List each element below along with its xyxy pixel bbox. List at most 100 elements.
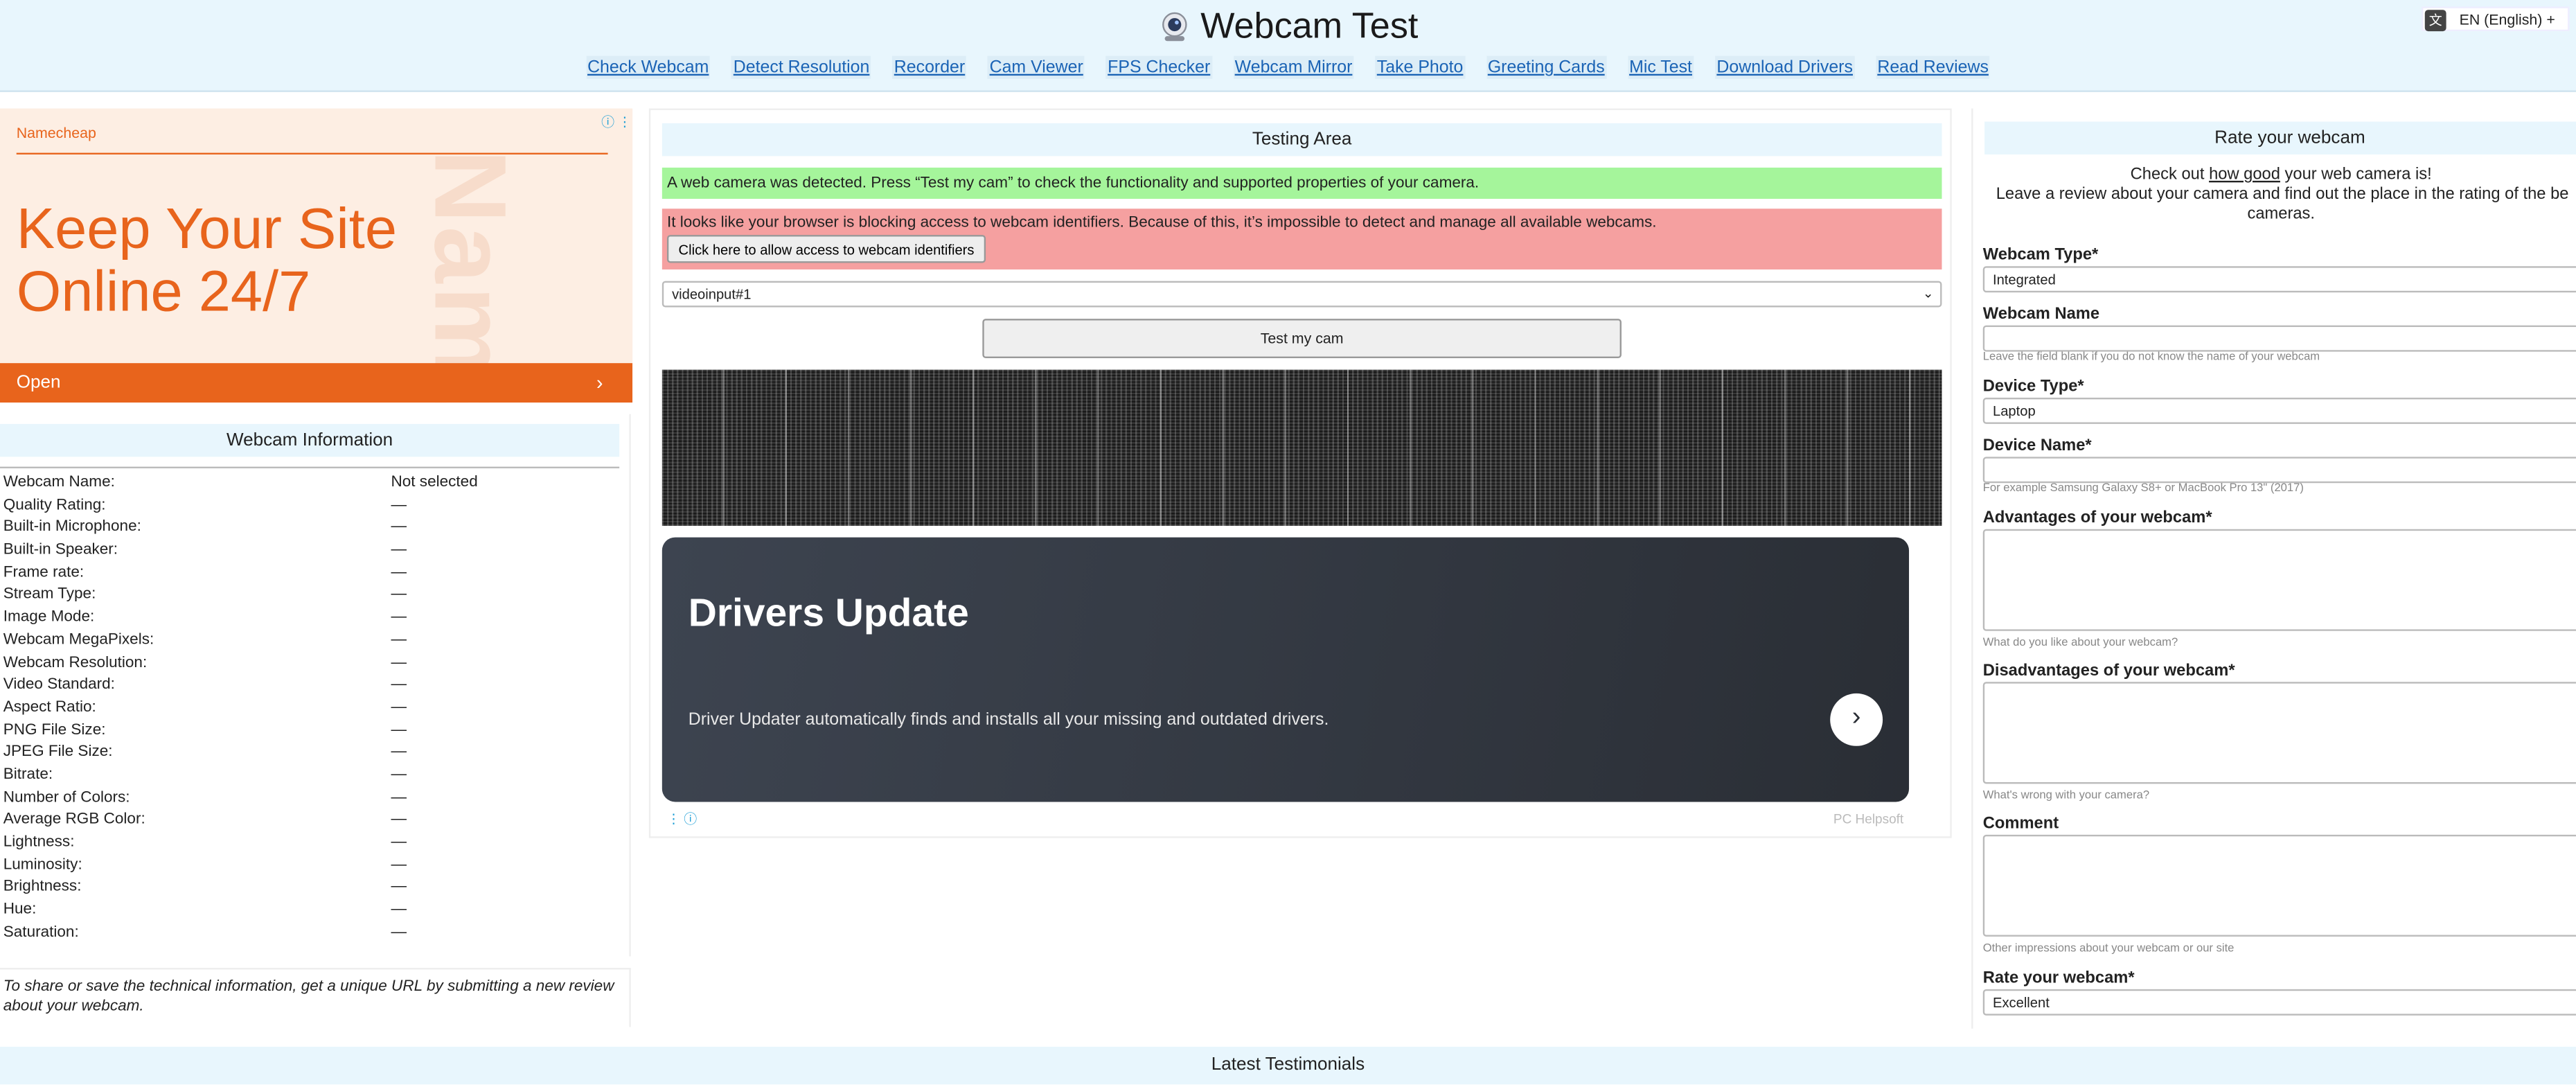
arrow-right-icon[interactable]: › bbox=[1830, 693, 1883, 746]
rating-value: Excellent bbox=[1992, 993, 2050, 1011]
info-value: — bbox=[391, 900, 407, 919]
namecheap-ad[interactable]: Namecheap Namecheap ⓘ ⋮ Keep Your Site O… bbox=[0, 108, 633, 403]
divider bbox=[0, 466, 620, 468]
webcam-name-input[interactable] bbox=[1982, 325, 2576, 352]
info-key: Webcam Resolution: bbox=[3, 653, 148, 671]
info-key: Stream Type: bbox=[3, 585, 96, 604]
chevron-right-icon: › bbox=[596, 371, 603, 395]
site-title: Webcam Test bbox=[0, 5, 2576, 48]
nav-recorder[interactable]: Recorder bbox=[892, 55, 967, 79]
translate-icon: 文 bbox=[2424, 10, 2446, 32]
device-name-hint: For example Samsung Galaxy S8+ or MacBoo… bbox=[1982, 483, 2304, 495]
blocked-message-text: It looks like your browser is blocking a… bbox=[666, 213, 1657, 232]
adchoices-icon[interactable]: ⋮ ⓘ bbox=[667, 810, 697, 828]
rate-webcam-label: Rate your webcam* bbox=[1982, 969, 2135, 988]
main-nav: Check Webcam Detect Resolution Recorder … bbox=[0, 55, 2576, 79]
advantages-textarea[interactable] bbox=[1982, 529, 2576, 631]
webcam-device-select[interactable]: videoinput#1 ⌄ bbox=[661, 281, 1942, 308]
info-row: Hue: — bbox=[3, 899, 619, 921]
info-row: Saturation: — bbox=[3, 921, 619, 944]
nav-detect-resolution[interactable]: Detect Resolution bbox=[731, 55, 871, 79]
info-value: — bbox=[391, 698, 407, 716]
nav-read-reviews[interactable]: Read Reviews bbox=[1875, 55, 1991, 79]
drivers-ad-description: Driver Updater automatically finds and i… bbox=[688, 709, 1329, 730]
info-value: — bbox=[391, 811, 407, 829]
ad-brand: Namecheap bbox=[16, 125, 96, 141]
info-row: PNG File Size: — bbox=[3, 719, 619, 741]
info-value: — bbox=[391, 923, 407, 942]
info-value: — bbox=[391, 721, 407, 739]
nav-fps-checker[interactable]: FPS Checker bbox=[1105, 55, 1212, 79]
site-title-text: Webcam Test bbox=[1200, 5, 1419, 46]
webcam-type-select[interactable]: Integrated bbox=[1982, 266, 2576, 293]
disadvantages-hint: What's wrong with your camera? bbox=[1982, 790, 2150, 802]
webcam-device-value: videoinput#1 bbox=[672, 285, 752, 303]
device-type-value: Laptop bbox=[1992, 403, 2036, 419]
site-header: Webcam Test Check Webcam Detect Resoluti… bbox=[0, 0, 2576, 92]
nav-mic-test[interactable]: Mic Test bbox=[1627, 55, 1694, 79]
info-key: Hue: bbox=[3, 900, 37, 919]
info-key: Webcam MegaPixels: bbox=[3, 630, 154, 649]
device-type-select[interactable]: Laptop bbox=[1982, 397, 2576, 424]
info-value: — bbox=[391, 653, 407, 671]
info-row: Luminosity: — bbox=[3, 854, 619, 876]
share-note: To share or save the technical informati… bbox=[0, 967, 631, 1027]
webcam-icon bbox=[1162, 12, 1187, 42]
comment-label: Comment bbox=[1982, 815, 2059, 833]
rate-intro-line3: cameras. bbox=[2247, 205, 2316, 224]
device-name-label: Device Name* bbox=[1982, 436, 2092, 455]
info-value: — bbox=[391, 518, 407, 537]
how-good-link[interactable]: how good bbox=[2209, 166, 2280, 184]
drivers-ad-title: Drivers Update bbox=[688, 591, 969, 636]
info-row: Lightness: — bbox=[3, 831, 619, 854]
info-row: Webcam Resolution: — bbox=[3, 651, 619, 673]
rate-intro-b: your web camera is! bbox=[2280, 166, 2432, 184]
drivers-update-ad[interactable]: Drivers Update Driver Updater automatica… bbox=[661, 537, 1910, 802]
test-my-cam-button[interactable]: Test my cam bbox=[982, 319, 1622, 359]
info-key: Average RGB Color: bbox=[3, 811, 145, 829]
testing-area: Testing Area A web camera was detected. … bbox=[648, 108, 1952, 838]
info-key: Built-in Speaker: bbox=[3, 540, 118, 559]
rate-webcam-title: Rate your webcam bbox=[1984, 121, 2576, 154]
info-value: — bbox=[391, 833, 407, 851]
allow-identifiers-button[interactable]: Click here to allow access to webcam ide… bbox=[666, 235, 986, 263]
nav-take-photo[interactable]: Take Photo bbox=[1375, 55, 1465, 79]
info-value: — bbox=[391, 495, 407, 514]
info-value: — bbox=[391, 608, 407, 626]
device-type-label: Device Type* bbox=[1982, 378, 2084, 396]
disadvantages-textarea[interactable] bbox=[1982, 682, 2576, 784]
adchoices-icon[interactable]: ⓘ ⋮ bbox=[601, 114, 631, 132]
nav-webcam-mirror[interactable]: Webcam Mirror bbox=[1233, 55, 1354, 79]
nav-check-webcam[interactable]: Check Webcam bbox=[585, 55, 711, 79]
advantages-hint: What do you like about your webcam? bbox=[1982, 637, 2178, 649]
webcam-information-panel: Webcam Information Webcam Name: Not selec… bbox=[0, 414, 631, 957]
latest-testimonials-title: Latest Testimonials bbox=[0, 1046, 2576, 1085]
info-row: Frame rate: — bbox=[3, 562, 619, 584]
info-key: Built-in Microphone: bbox=[3, 518, 141, 537]
rating-select[interactable]: Excellent bbox=[1982, 989, 2576, 1016]
rate-intro-a: Check out bbox=[2130, 166, 2210, 184]
rate-intro-line2: Leave a review about your camera and fin… bbox=[1996, 186, 2569, 204]
webcam-name-label: Webcam Name bbox=[1982, 306, 2100, 324]
info-value: — bbox=[391, 563, 407, 582]
nav-greeting-cards[interactable]: Greeting Cards bbox=[1486, 55, 1607, 79]
webcam-info-table: Webcam Name: Not selected Quality Rating: —… bbox=[3, 472, 619, 944]
info-row: Bitrate: — bbox=[3, 764, 619, 786]
webcam-type-value: Integrated bbox=[1992, 271, 2056, 288]
comment-textarea[interactable] bbox=[1982, 834, 2576, 937]
nav-download-drivers[interactable]: Download Drivers bbox=[1715, 55, 1855, 79]
info-row: Image Mode: — bbox=[3, 606, 619, 628]
ad-open-button[interactable]: Open › bbox=[0, 363, 633, 403]
info-value: — bbox=[391, 766, 407, 784]
device-name-input[interactable] bbox=[1982, 457, 2576, 484]
info-value: Not selected bbox=[391, 473, 478, 492]
language-selector[interactable]: 文 EN (English) + bbox=[2422, 6, 2570, 32]
nav-cam-viewer[interactable]: Cam Viewer bbox=[988, 55, 1085, 79]
info-key: JPEG File Size: bbox=[3, 743, 113, 761]
info-key: Quality Rating: bbox=[3, 495, 106, 514]
chevron-down-icon: ⌄ bbox=[1922, 285, 1934, 301]
info-key: Webcam Name: bbox=[3, 473, 115, 492]
webcam-type-label: Webcam Type* bbox=[1982, 246, 2099, 265]
info-key: Frame rate: bbox=[3, 563, 85, 582]
info-key: Luminosity: bbox=[3, 855, 82, 874]
